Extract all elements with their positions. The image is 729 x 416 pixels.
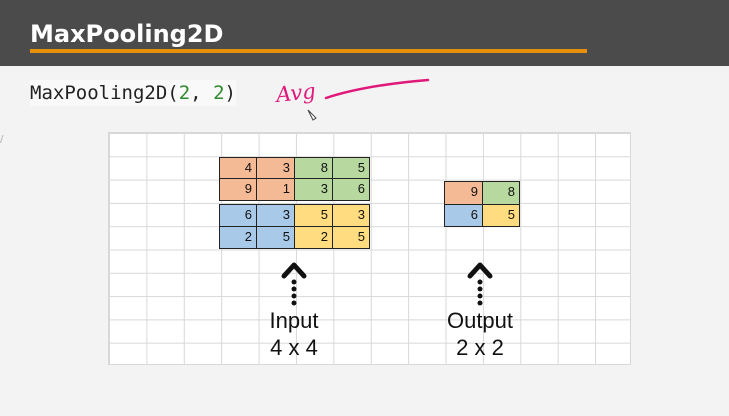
input-arrow-icon <box>281 262 307 306</box>
handwritten-annotation: Avg <box>274 78 317 108</box>
drawing-overlay <box>281 78 493 306</box>
output-label: Output <box>446 308 514 333</box>
output-arrow-icon <box>467 262 493 306</box>
pen-stroke-line <box>324 78 430 100</box>
input-size-label: 4 x 4 <box>270 335 318 360</box>
pen-cursor-icon <box>307 109 317 121</box>
output-size-label: 2 x 2 <box>456 335 504 360</box>
input-label: Input <box>269 308 319 333</box>
